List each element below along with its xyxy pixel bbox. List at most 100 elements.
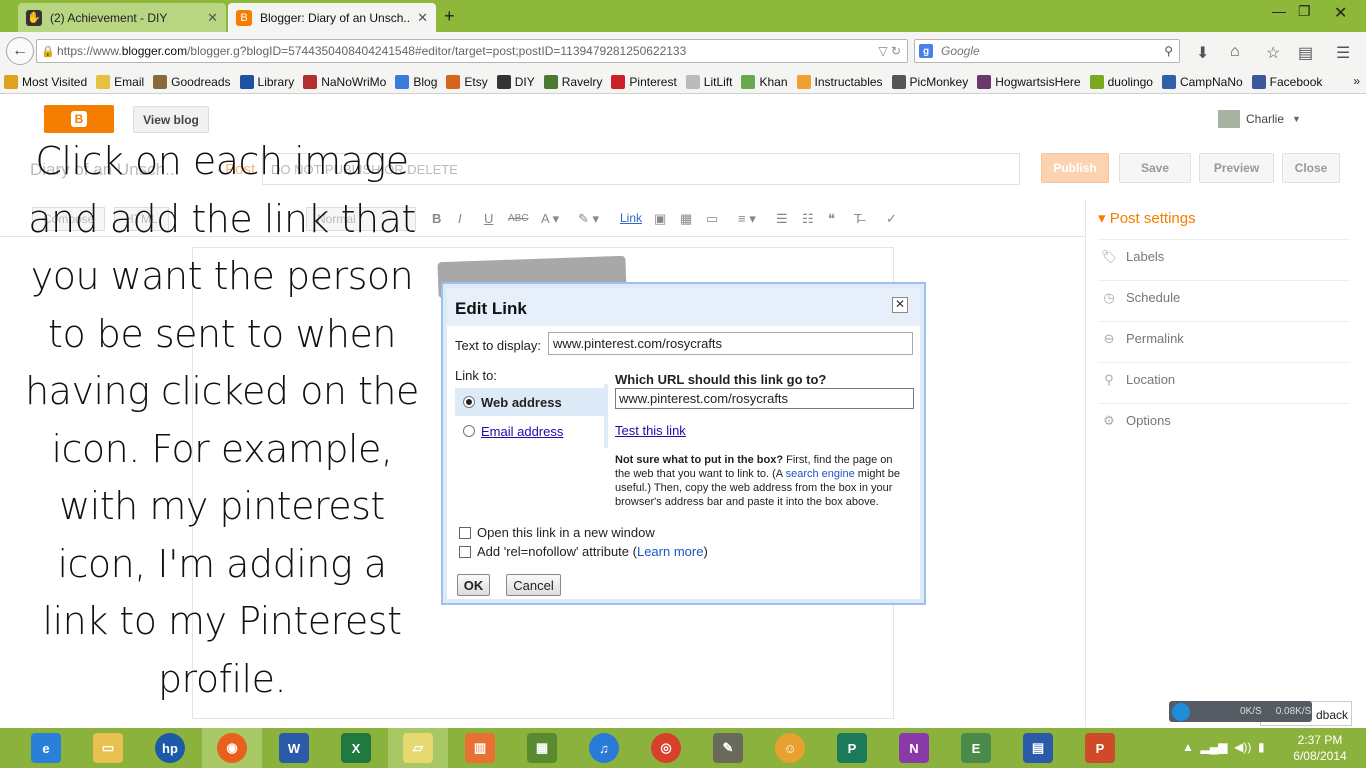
numbered-list-icon[interactable]: ☰ — [776, 211, 788, 227]
library-app[interactable]: ▥ — [450, 728, 510, 768]
publish-button[interactable]: Publish — [1041, 153, 1109, 183]
evernote-app[interactable]: E — [946, 728, 1006, 768]
bulleted-list-icon[interactable]: ☷ — [802, 211, 814, 227]
word-app[interactable]: W — [264, 728, 324, 768]
download-icon[interactable]: ⬇ — [1196, 43, 1209, 63]
google-icon[interactable]: g — [919, 44, 933, 58]
firefox-app[interactable]: ◉ — [202, 728, 262, 768]
file-explorer-app[interactable]: ▭ — [78, 728, 138, 768]
email-address-option[interactable]: Email address — [455, 417, 608, 445]
new-window-option[interactable]: Open this link in a new window — [459, 525, 655, 540]
url-bar[interactable]: 🔒 https://www.blogger.com/blogger.g?blog… — [36, 39, 908, 63]
close-tab-icon[interactable]: ✕ — [207, 10, 218, 26]
bookmark-pinterest[interactable]: Pinterest — [611, 74, 677, 89]
window-close-icon[interactable]: ✕ — [1334, 3, 1347, 23]
bookmark-picmonkey[interactable]: PicMonkey — [891, 74, 968, 89]
strikethrough-icon[interactable]: ABC — [508, 213, 529, 224]
insert-video-icon[interactable]: ▦ — [680, 211, 692, 227]
bookmark-instructables[interactable]: Instructables — [796, 74, 883, 89]
blogger-logo-button[interactable]: B — [44, 105, 114, 133]
close-tab-icon[interactable]: ✕ — [417, 10, 428, 26]
home-icon[interactable]: ⌂ — [1230, 43, 1240, 61]
bookmark-nanowrimo[interactable]: NaNoWriMo — [303, 74, 386, 89]
clock[interactable]: 2:37 PM 6/08/2014 — [1278, 732, 1362, 764]
bookmark-diy[interactable]: DIY — [496, 74, 535, 89]
onenote-app[interactable]: N — [884, 728, 944, 768]
bookmark-litlift[interactable]: LitLift — [685, 74, 732, 89]
bold-icon[interactable]: B — [432, 211, 441, 226]
permalink-setting[interactable]: ⊖ Permalink — [1098, 321, 1350, 355]
sticky-notes-app[interactable]: ▱ — [388, 728, 448, 768]
bookmark-library[interactable]: Library — [239, 74, 294, 89]
cancel-button[interactable]: Cancel — [506, 574, 561, 596]
publisher-app[interactable]: P — [822, 728, 882, 768]
view-blog-button[interactable]: View blog — [133, 106, 209, 133]
user-menu[interactable]: Charlie ▼ — [1218, 110, 1301, 128]
document-app[interactable]: ▤ — [1008, 728, 1068, 768]
back-icon[interactable]: ← — [6, 37, 34, 65]
bookmark-duolingo[interactable]: duolingo — [1089, 74, 1153, 89]
search-engine-link[interactable]: search engine — [786, 468, 855, 480]
learn-more-link[interactable]: Learn more — [637, 544, 703, 559]
quote-icon[interactable]: ❝ — [828, 211, 835, 227]
ok-button[interactable]: OK — [457, 574, 490, 596]
insert-image-icon[interactable]: ▣ — [654, 211, 666, 227]
url-input[interactable]: www.pinterest.com/rosycrafts — [615, 388, 914, 409]
minecraft-app[interactable]: ▦ — [512, 728, 572, 768]
bookmark-ravelry[interactable]: Ravelry — [543, 74, 602, 89]
url-text[interactable]: https://www.blogger.com/blogger.g?blogID… — [57, 44, 878, 58]
bookmark-khan[interactable]: Khan — [741, 74, 788, 89]
email-address-link[interactable]: Email address — [481, 424, 563, 439]
close-button[interactable]: Close — [1282, 153, 1340, 183]
bookmark-blog[interactable]: Blog — [395, 74, 437, 89]
jump-break-icon[interactable]: ▭ — [706, 211, 718, 227]
internet-explorer-app[interactable]: e — [16, 728, 76, 768]
bookmark-email[interactable]: Email — [96, 74, 144, 89]
bookmark-star-and-reload-icons[interactable]: ▽ ↻ — [878, 44, 901, 58]
text-color-icon[interactable]: A ▾ — [541, 211, 559, 227]
bookmark-facebook[interactable]: Facebook — [1251, 74, 1322, 89]
web-address-option[interactable]: Web address — [455, 388, 608, 416]
post-settings-heading[interactable]: ▾ Post settings — [1098, 209, 1196, 227]
tab-achievement-diy[interactable]: ✋ (2) Achievement - DIY ✕ — [18, 3, 226, 32]
bookmark-hogwartsishere[interactable]: HogwartsisHere — [977, 74, 1081, 89]
hp-app[interactable]: hp — [140, 728, 200, 768]
chevron-right-icon[interactable]: » — [1353, 74, 1360, 88]
text-to-display-input[interactable]: www.pinterest.com/rosycrafts — [548, 332, 913, 355]
bookmark-goodreads[interactable]: Goodreads — [153, 74, 231, 89]
search-bar[interactable]: g Google ⚲ — [914, 39, 1180, 63]
spell-check-icon[interactable]: ✓ — [886, 211, 897, 227]
options-setting[interactable]: ⚙ Options — [1098, 403, 1350, 437]
reading-list-icon[interactable]: ▤ — [1298, 43, 1313, 63]
tab-blogger[interactable]: B Blogger: Diary of an Unsch... ✕ — [228, 3, 436, 32]
restore-icon[interactable]: ❐ — [1298, 3, 1311, 20]
save-button[interactable]: Save — [1119, 153, 1191, 183]
underline-icon[interactable]: U — [484, 211, 493, 226]
search-icon[interactable]: ⚲ — [1164, 44, 1173, 58]
close-icon[interactable]: ✕ — [892, 297, 908, 313]
powerpoint-app[interactable]: P — [1070, 728, 1130, 768]
minimize-icon[interactable]: — — [1272, 3, 1286, 19]
labels-setting[interactable]: 🏷 Labels — [1098, 239, 1350, 273]
system-tray-icons[interactable]: ▲ ▂▄▆ ◀)) ▮ — [1182, 740, 1265, 754]
location-setting[interactable]: ⚲ Location — [1098, 362, 1350, 396]
radio-selected-icon[interactable] — [463, 396, 475, 408]
nofollow-checkbox[interactable] — [459, 545, 471, 558]
bookmark-campnano[interactable]: CampNaNo — [1161, 74, 1243, 89]
new-window-checkbox[interactable] — [459, 526, 471, 539]
itunes-app[interactable]: ♫ — [574, 728, 634, 768]
nofollow-option[interactable]: Add 'rel=nofollow' attribute (Learn more… — [459, 544, 708, 559]
chrome-app[interactable]: ◎ — [636, 728, 696, 768]
bookmark-most-visited[interactable]: Most Visited — [4, 74, 87, 89]
gimp-app[interactable]: ✎ — [698, 728, 758, 768]
scratch-app[interactable]: ☺ — [760, 728, 820, 768]
highlight-icon[interactable]: ✎ ▾ — [578, 211, 599, 227]
new-tab-icon[interactable]: + — [444, 6, 455, 27]
remove-formatting-icon[interactable]: T̶ — [854, 211, 862, 226]
alignment-icon[interactable]: ≡ ▾ — [738, 211, 756, 227]
test-this-link[interactable]: Test this link — [615, 423, 686, 438]
italic-icon[interactable]: I — [458, 211, 462, 226]
radio-icon[interactable] — [463, 425, 475, 437]
schedule-setting[interactable]: ◷ Schedule — [1098, 280, 1350, 314]
preview-button[interactable]: Preview — [1199, 153, 1274, 183]
